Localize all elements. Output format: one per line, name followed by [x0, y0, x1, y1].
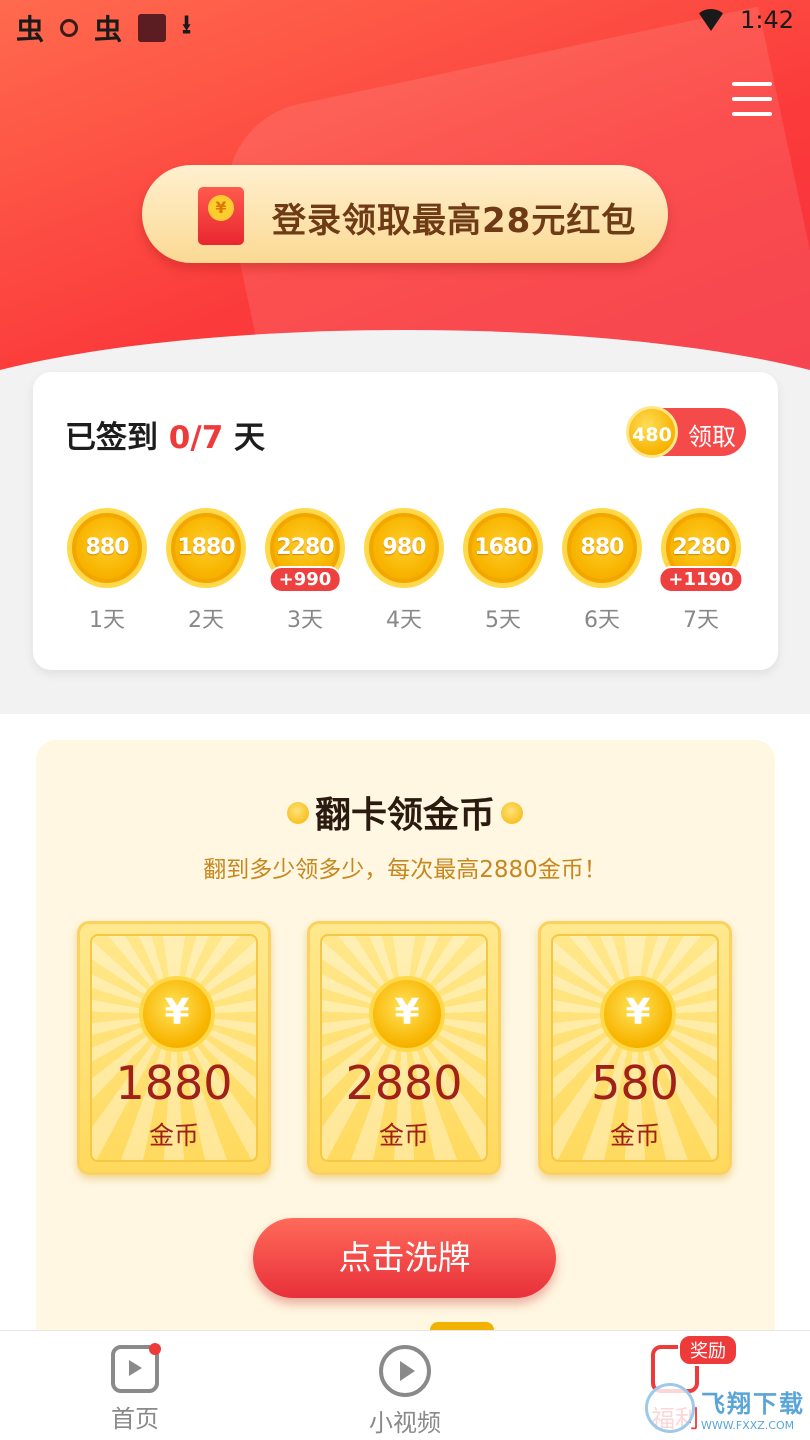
- card-value: 580: [591, 1056, 679, 1110]
- red-packet-icon: [198, 187, 244, 245]
- day-label: 1天: [89, 608, 125, 633]
- status-icons-left: 虫 虫 ⭳: [16, 6, 191, 50]
- square-app-icon: [138, 14, 167, 42]
- watermark-url: WWW.FXXZ.COM: [701, 1419, 795, 1432]
- reward-badge: 奖励: [678, 1334, 738, 1366]
- flip-subtitle: 翻到多少领多少，每次最高2880金币！: [203, 857, 607, 883]
- wifi-icon: [696, 9, 727, 31]
- day-bonus-badge: +990: [268, 566, 342, 593]
- card-value: 1880: [115, 1056, 233, 1110]
- day-label: 4天: [386, 608, 422, 633]
- card-unit: 金币: [378, 1121, 429, 1150]
- card-unit: 金币: [609, 1121, 660, 1150]
- day-coin-icon: 880: [67, 508, 147, 588]
- day-coin-icon: 880: [562, 508, 642, 588]
- download-icon: ⭳: [182, 10, 192, 40]
- signin-day[interactable]: 880 6天: [562, 508, 642, 634]
- watermark-logo: 飞翔下载 WWW.FXXZ.COM: [645, 1380, 805, 1436]
- video-play-icon: [379, 1345, 431, 1397]
- watermark-icon: [645, 1383, 695, 1433]
- menu-icon[interactable]: [732, 82, 772, 118]
- yuan-coin-icon: ¥: [600, 976, 676, 1052]
- nav-item-home[interactable]: 首页: [65, 1343, 205, 1434]
- day-bonus-badge: +1190: [658, 566, 744, 593]
- day-label: 3天: [287, 608, 323, 633]
- nav-label: 小视频: [369, 1409, 441, 1437]
- day-coin-icon: 980: [364, 508, 444, 588]
- signin-day[interactable]: 880 1天: [67, 508, 147, 634]
- signin-card: 已签到 0/7 天 480 领取 880 1天 1880 2天 2280 +99…: [33, 372, 778, 670]
- day-coin-icon: 1880: [166, 508, 246, 588]
- signin-count: 0/7: [168, 420, 224, 456]
- status-time: 1:42: [740, 6, 794, 34]
- nav-label: 首页: [111, 1405, 159, 1433]
- watermark-name: 飞翔下载: [701, 1390, 805, 1418]
- login-redpacket-banner[interactable]: 登录领取最高28元红包: [142, 165, 668, 263]
- signin-day[interactable]: 1880 2天: [166, 508, 246, 634]
- login-banner-text: 登录领取最高28元红包: [272, 201, 637, 241]
- status-icons-right: 1:42: [696, 6, 794, 34]
- day-label: 7天: [683, 608, 719, 633]
- watermark-text: 飞翔下载 WWW.FXXZ.COM: [701, 1384, 805, 1432]
- nav-item-short-video[interactable]: 小视频: [335, 1345, 475, 1438]
- day-label: 2天: [188, 608, 224, 633]
- coin-icon: [501, 802, 523, 824]
- status-bar: 虫 虫 ⭳ 1:42: [0, 0, 810, 46]
- flip-title: 翻卡领金币: [0, 786, 810, 838]
- claim-button[interactable]: 480 领取: [626, 406, 746, 458]
- card-value: 2880: [345, 1056, 463, 1110]
- coin-icon: [286, 802, 309, 824]
- day-coin-icon: 1680: [463, 508, 543, 588]
- signin-title: 已签到 0/7 天: [65, 412, 265, 457]
- signin-days: 880 1天 1880 2天 2280 +990 3天 980 4天 1680 …: [67, 508, 747, 648]
- flip-title-text: 翻卡领金币: [314, 795, 495, 836]
- yuan-coin-icon: ¥: [369, 976, 445, 1052]
- signin-day[interactable]: 2280 +1190 7天: [658, 508, 744, 634]
- signin-title-suffix: 天: [223, 420, 266, 456]
- card-unit: 金币: [148, 1121, 199, 1150]
- yuan-coin-icon: ¥: [139, 976, 215, 1052]
- claim-label: 领取: [688, 423, 736, 451]
- flip-card[interactable]: ¥ 2880 金币: [307, 921, 501, 1175]
- shuffle-button[interactable]: 点击洗牌: [253, 1218, 556, 1298]
- notification-dot: [149, 1343, 161, 1355]
- day-label: 5天: [485, 608, 521, 633]
- app-icon: 虫: [16, 13, 45, 46]
- signin-day[interactable]: 2280 +990 3天: [265, 508, 345, 634]
- signin-day[interactable]: 980 4天: [364, 508, 444, 634]
- flip-card[interactable]: ¥ 1880 金币: [77, 921, 271, 1175]
- shield-icon: [60, 19, 79, 37]
- day-label: 6天: [584, 608, 620, 633]
- signin-day[interactable]: 1680 5天: [463, 508, 543, 634]
- claim-coin-icon: 480: [626, 406, 678, 458]
- flip-card[interactable]: ¥ 580 金币: [538, 921, 732, 1175]
- signin-title-prefix: 已签到: [65, 420, 169, 456]
- app-icon: 虫: [94, 13, 123, 46]
